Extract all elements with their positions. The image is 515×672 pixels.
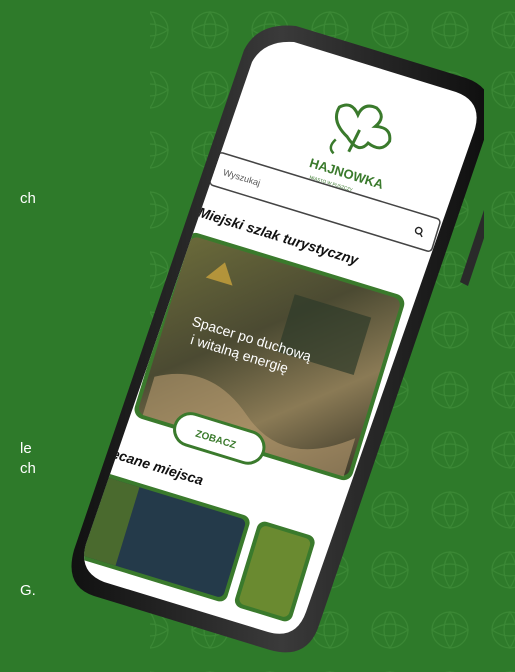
phone-side-button bbox=[460, 210, 484, 286]
side-text-fragment: G. bbox=[20, 582, 36, 599]
phone-mockup: HAJNOWKA MIASTO W PUSZCZY Wyszukaj Miejs… bbox=[71, 25, 484, 653]
side-text-fragment: ch bbox=[20, 460, 36, 477]
side-text-fragment: ch bbox=[20, 190, 36, 207]
side-text-fragment: le bbox=[20, 440, 32, 457]
